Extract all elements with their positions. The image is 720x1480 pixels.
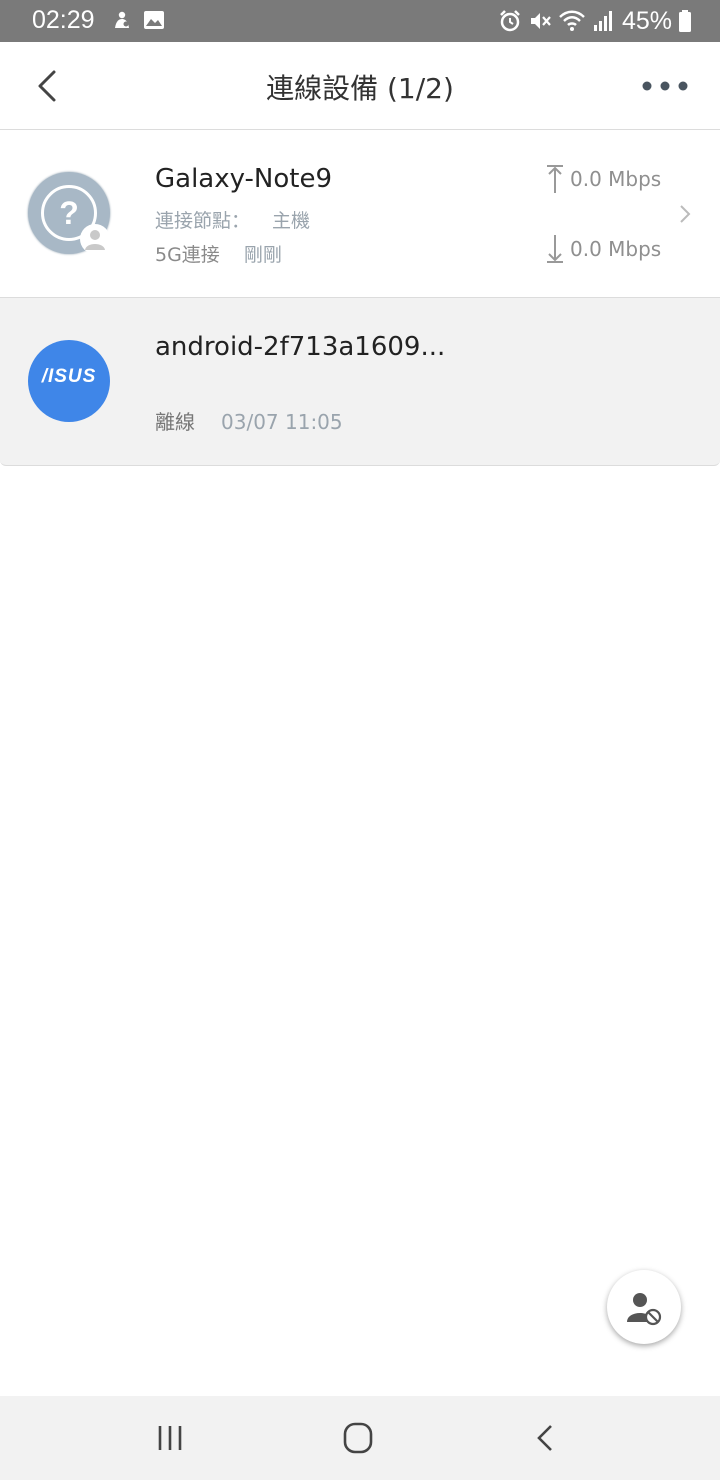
device-name: Galaxy-Note9 <box>155 164 333 194</box>
alarm-icon <box>500 10 520 32</box>
app-header: 連線設備 (1/2) <box>0 42 720 130</box>
page-title: 連線設備 (1/2) <box>266 72 454 105</box>
download-speed-value: 0.0 Mbps <box>570 237 662 261</box>
battery-icon <box>679 10 691 32</box>
system-nav-bar <box>0 1396 720 1480</box>
asus-logo-text: /ISUS <box>41 366 97 387</box>
status-right-icons: 45% <box>492 6 692 36</box>
upload-speed: 0.0 Mbps <box>546 164 661 194</box>
status-bar: 02:29 45% <box>0 0 720 42</box>
block-user-button[interactable] <box>607 1270 681 1344</box>
recent-apps-icon[interactable] <box>150 1420 190 1456</box>
wifi-icon <box>559 10 585 31</box>
back-icon[interactable] <box>526 1420 566 1456</box>
device-name: android-2f713a1609... <box>155 332 446 362</box>
image-icon <box>144 11 164 29</box>
connection-info: 5G連接 剛剛 <box>155 240 282 267</box>
last-seen: 剛剛 <box>243 244 282 266</box>
node-label: 連接節點： <box>155 210 251 232</box>
upload-speed-value: 0.0 Mbps <box>570 167 662 191</box>
connection-type: 5G連接 <box>155 244 220 266</box>
device-status: 離線 03/07 11:05 <box>155 406 343 435</box>
mute-icon <box>530 13 551 29</box>
user-badge-icon <box>80 224 110 254</box>
upload-arrow-icon <box>547 165 563 193</box>
connection-node: 連接節點： 主機 <box>155 206 310 233</box>
notification-icon <box>115 11 129 28</box>
more-options-icon[interactable] <box>640 72 690 100</box>
status-time: 02:29 <box>32 6 95 34</box>
home-icon[interactable] <box>338 1420 378 1456</box>
last-seen: 03/07 11:05 <box>221 410 343 434</box>
signal-icon <box>593 11 612 31</box>
download-speed: 0.0 Mbps <box>546 234 661 264</box>
asus-logo-icon: /ISUS <box>28 340 110 422</box>
offline-status: 離線 <box>155 410 195 434</box>
node-value: 主機 <box>272 210 311 232</box>
download-arrow-icon <box>547 235 563 263</box>
device-row-android[interactable]: /ISUS android-2f713a1609... 離線 03/07 11:0… <box>0 298 720 466</box>
chevron-right-icon[interactable] <box>676 202 694 226</box>
device-row-galaxy-note9[interactable]: ? Galaxy-Note9 連接節點： 主機 5G連接 剛剛 0.0 Mbps 0… <box>0 130 720 298</box>
block-user-icon <box>627 1293 662 1326</box>
battery-percent: 45% <box>621 6 672 35</box>
